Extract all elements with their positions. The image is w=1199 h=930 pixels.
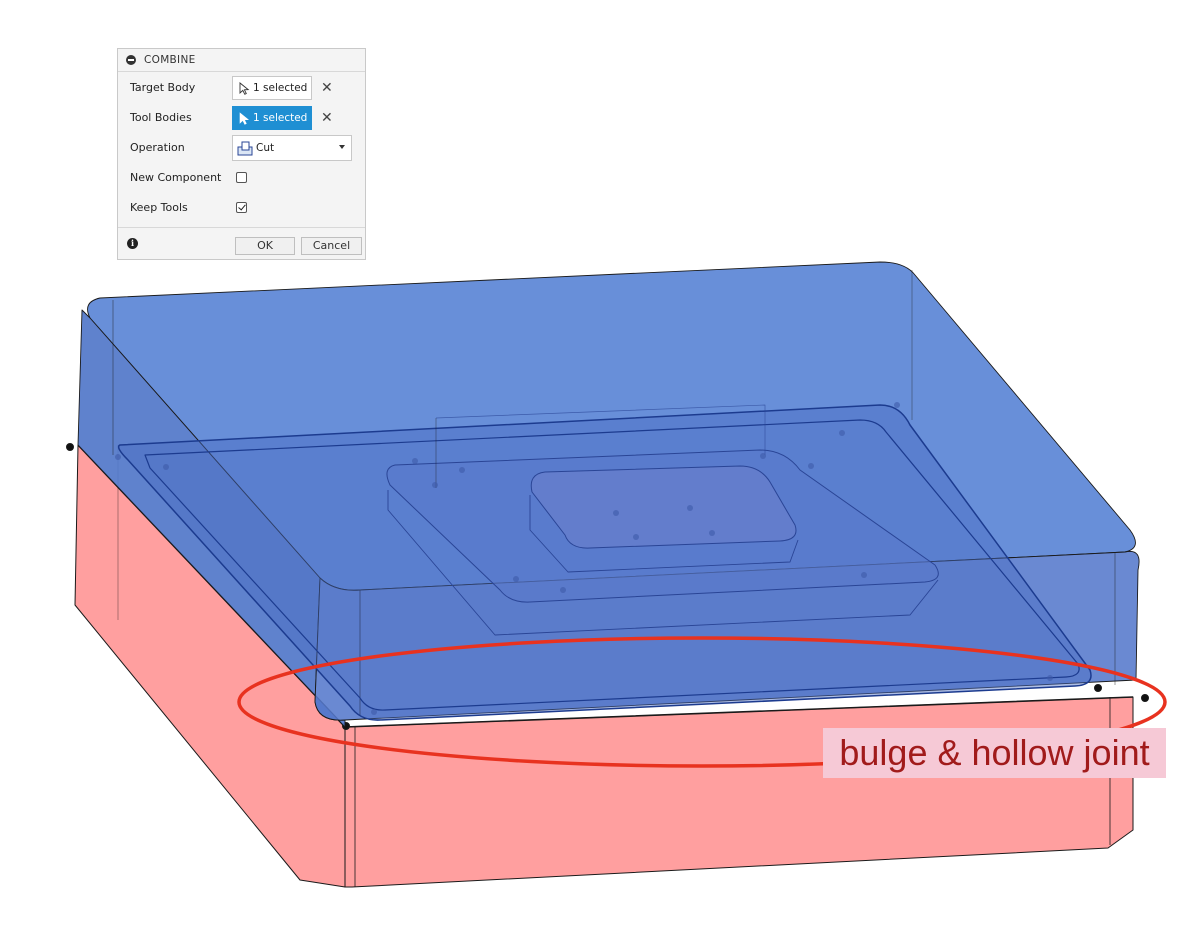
target-body-value: 1 selected xyxy=(253,82,308,94)
cancel-button[interactable]: Cancel xyxy=(301,237,362,255)
dialog-title: COMBINE xyxy=(144,54,196,66)
info-icon[interactable]: i xyxy=(127,238,138,249)
ok-button[interactable]: OK xyxy=(235,237,295,255)
new-component-row: New Component xyxy=(118,163,365,193)
keep-tools-checkbox[interactable] xyxy=(236,202,247,213)
chevron-down-icon xyxy=(339,145,345,149)
new-component-checkbox[interactable] xyxy=(236,172,247,183)
clear-target-icon[interactable]: ✕ xyxy=(321,73,333,103)
keep-tools-label: Keep Tools xyxy=(130,201,188,214)
operation-label: Operation xyxy=(130,141,185,154)
operation-select[interactable]: Cut xyxy=(232,135,352,161)
annotation-label: bulge & hollow joint xyxy=(823,728,1166,778)
cursor-icon xyxy=(239,81,250,95)
operation-row: Operation Cut xyxy=(118,133,365,163)
target-body-label: Target Body xyxy=(130,81,196,94)
cut-icon xyxy=(237,141,253,156)
tool-bodies-row: Tool Bodies 1 selected ✕ xyxy=(118,103,365,133)
cursor-icon xyxy=(239,111,249,125)
combine-dialog: COMBINE Target Body 1 selected ✕ Tool Bo… xyxy=(117,48,366,260)
keep-tools-row: Keep Tools xyxy=(118,193,365,223)
clear-tools-icon[interactable]: ✕ xyxy=(321,103,333,133)
target-body-select[interactable]: 1 selected xyxy=(232,76,312,100)
dialog-footer: i OK Cancel xyxy=(118,227,365,260)
dialog-header: COMBINE xyxy=(118,49,365,72)
target-body-row: Target Body 1 selected ✕ xyxy=(118,73,365,103)
tool-bodies-label: Tool Bodies xyxy=(130,111,192,124)
new-component-label: New Component xyxy=(130,171,222,184)
tool-bodies-select[interactable]: 1 selected xyxy=(232,106,312,130)
tool-bodies-value: 1 selected xyxy=(253,112,308,124)
operation-value: Cut xyxy=(256,142,275,154)
collapse-icon[interactable] xyxy=(126,55,136,65)
